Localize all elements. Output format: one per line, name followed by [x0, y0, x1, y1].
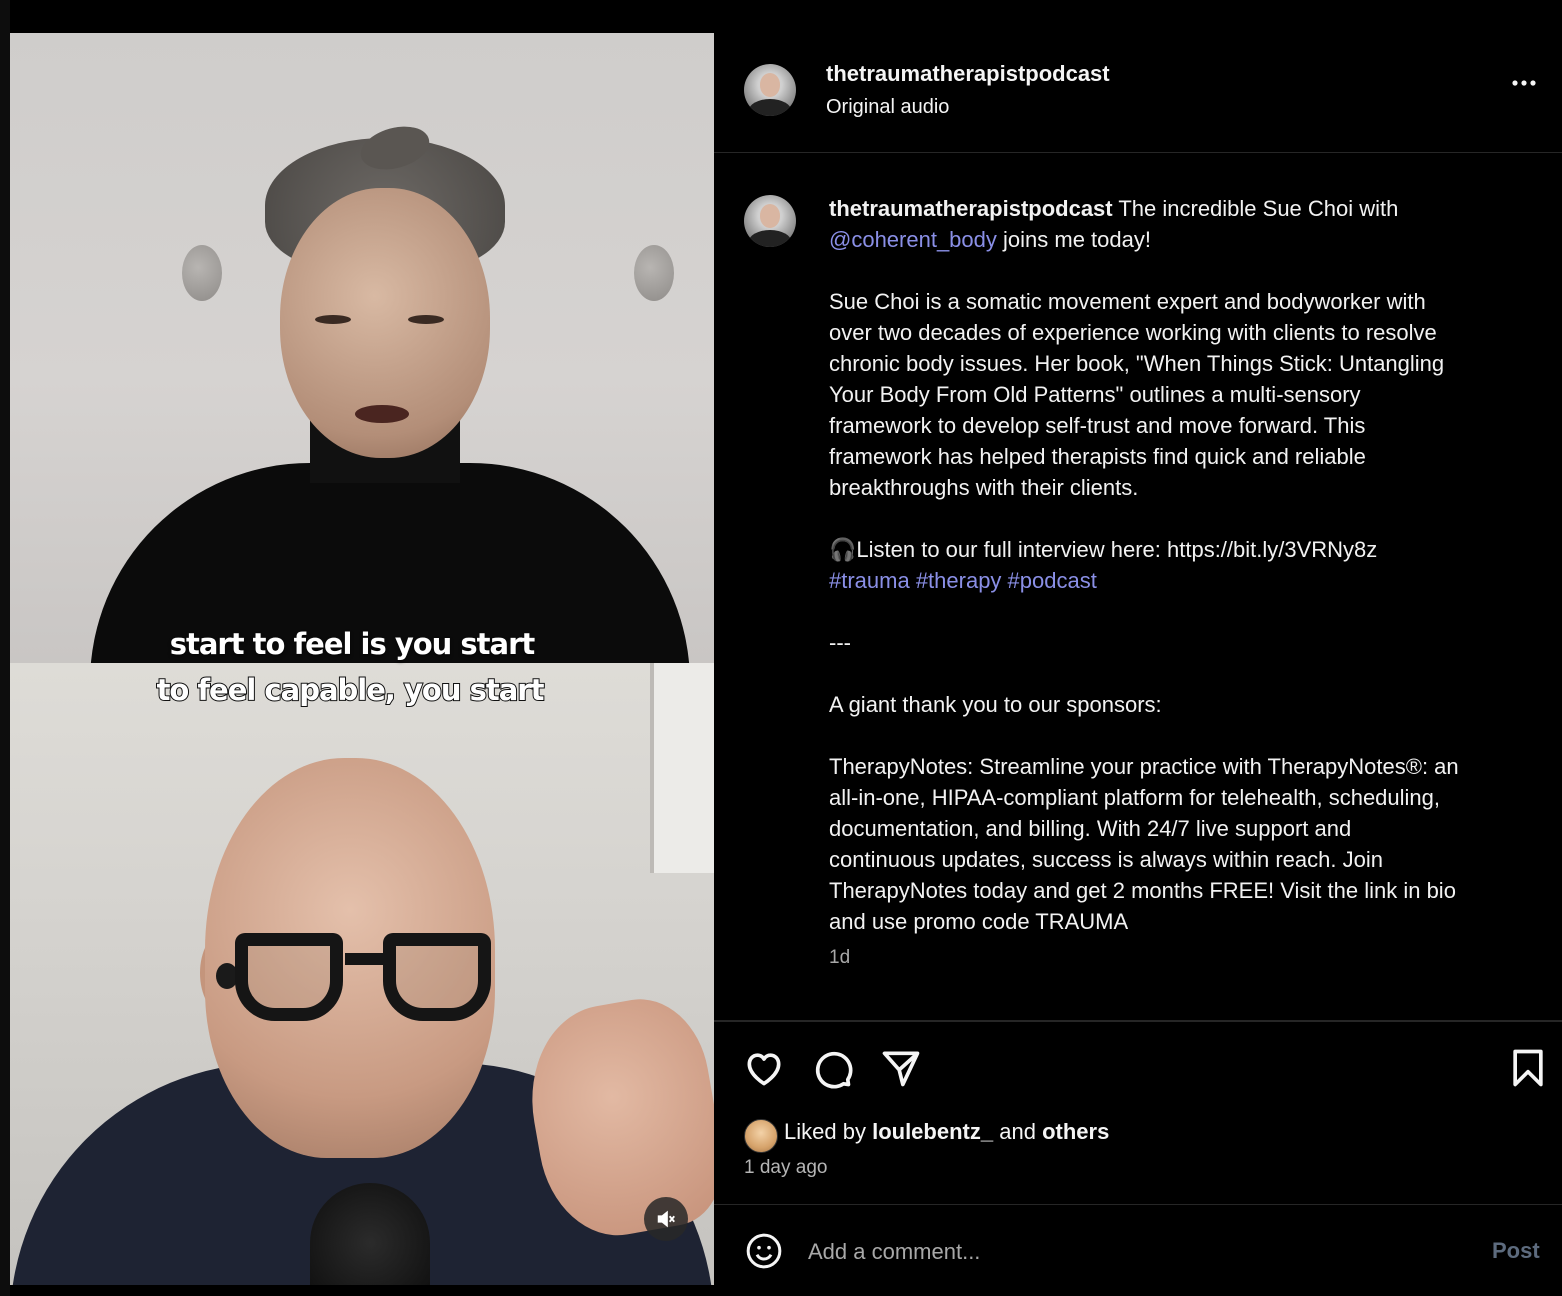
caption-intro-end: joins me today!: [1003, 227, 1151, 252]
post-button[interactable]: Post: [1492, 1238, 1540, 1264]
caption-username[interactable]: thetraumatherapistpodcast: [829, 196, 1113, 221]
caption-avatar[interactable]: [744, 195, 796, 247]
likes-and: and: [999, 1119, 1036, 1144]
edge-strip: [0, 0, 10, 1296]
heart-icon[interactable]: [742, 1046, 786, 1090]
post-panel: thetraumatherapistpodcast Original audio…: [714, 33, 1562, 1285]
mention-link[interactable]: @coherent_body: [829, 227, 997, 252]
header-username[interactable]: thetraumatherapistpodcast: [826, 61, 1110, 87]
video-caption-line-1: start to feel is you start: [169, 627, 536, 661]
send-icon[interactable]: [879, 1046, 923, 1090]
reel-video[interactable]: start to feel is you start to feel capab…: [10, 33, 714, 1285]
guest-eye-right: [408, 315, 444, 324]
separator: ---: [829, 630, 851, 655]
likes-prefix: Liked by: [784, 1119, 866, 1144]
guest-mouth: [355, 405, 409, 423]
sponsor-text: TherapyNotes: Streamline your practice w…: [829, 754, 1459, 934]
comment-input[interactable]: [806, 1232, 1430, 1272]
caption-bio: Sue Choi is a somatic movement expert an…: [829, 289, 1445, 500]
comment-icon[interactable]: [810, 1046, 854, 1090]
guest-video-pane: [10, 33, 714, 663]
header-avatar[interactable]: [744, 64, 796, 116]
original-audio-link[interactable]: Original audio: [826, 96, 949, 119]
header-divider: [714, 152, 1562, 153]
liker-avatar[interactable]: [744, 1119, 778, 1153]
guest-eye-left: [315, 315, 351, 324]
host-glasses: [235, 933, 491, 1028]
hashtags[interactable]: #trauma #therapy #podcast: [829, 568, 1097, 593]
host-video-pane: [10, 663, 714, 1285]
bookmark-icon[interactable]: [1506, 1046, 1550, 1090]
mute-button[interactable]: [644, 1197, 688, 1241]
post-time: 1d: [829, 947, 851, 968]
post-age: 1 day ago: [744, 1157, 828, 1178]
likes-summary: Liked by loulebentz_ and others: [784, 1119, 1109, 1145]
smiley-icon[interactable]: [744, 1231, 784, 1271]
ellipsis-icon[interactable]: [1506, 73, 1542, 93]
wall-lamp-right: [634, 245, 674, 301]
comment-divider: [714, 1204, 1562, 1205]
speaker-muted-icon: [657, 1210, 675, 1228]
caption-intro: The incredible Sue Choi with: [1118, 196, 1399, 221]
likes-others[interactable]: others: [1042, 1119, 1109, 1144]
liker-username[interactable]: loulebentz_: [872, 1119, 993, 1144]
comments-divider: [714, 1020, 1562, 1022]
post-caption: thetraumatherapistpodcast The incredible…: [829, 193, 1549, 968]
wall-lamp-left: [182, 245, 222, 301]
video-caption-line-2: to feel capable, you start: [156, 672, 546, 708]
listen-line: 🎧Listen to our full interview here: http…: [829, 537, 1378, 562]
sponsors-intro: A giant thank you to our sponsors:: [829, 692, 1162, 717]
